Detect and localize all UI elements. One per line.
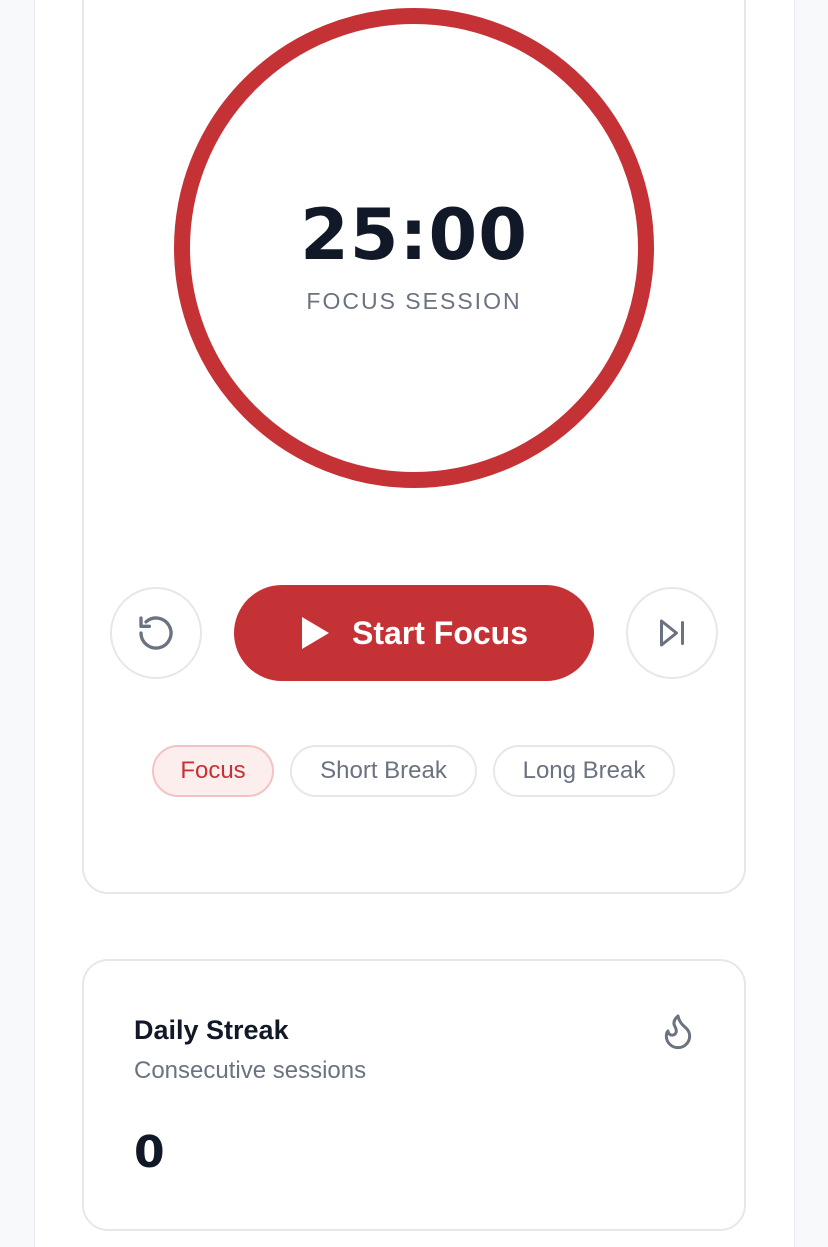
skip-forward-icon bbox=[660, 619, 684, 647]
reset-icon bbox=[139, 616, 173, 650]
streak-count: 0 bbox=[134, 1127, 165, 1178]
skip-button[interactable] bbox=[626, 587, 718, 679]
streak-card: Daily Streak Consecutive sessions 0 bbox=[82, 959, 746, 1231]
reset-button[interactable] bbox=[110, 587, 202, 679]
timer-display: 25:00 FOCUS SESSION bbox=[174, 8, 654, 488]
mode-focus-pill[interactable]: Focus bbox=[152, 745, 274, 797]
start-focus-label: Start Focus bbox=[351, 614, 529, 651]
flame-icon bbox=[664, 1014, 692, 1050]
play-icon bbox=[301, 617, 329, 649]
mode-long-break-pill[interactable]: Long Break bbox=[493, 745, 675, 797]
streak-subtitle: Consecutive sessions bbox=[134, 1057, 367, 1084]
timer-value: 25:00 bbox=[300, 194, 528, 276]
timer-session-label: FOCUS SESSION bbox=[306, 288, 522, 314]
streak-title: Daily Streak bbox=[134, 1015, 289, 1045]
mode-short-break-pill[interactable]: Short Break bbox=[290, 745, 477, 797]
start-focus-button[interactable]: Start Focus bbox=[234, 585, 594, 681]
